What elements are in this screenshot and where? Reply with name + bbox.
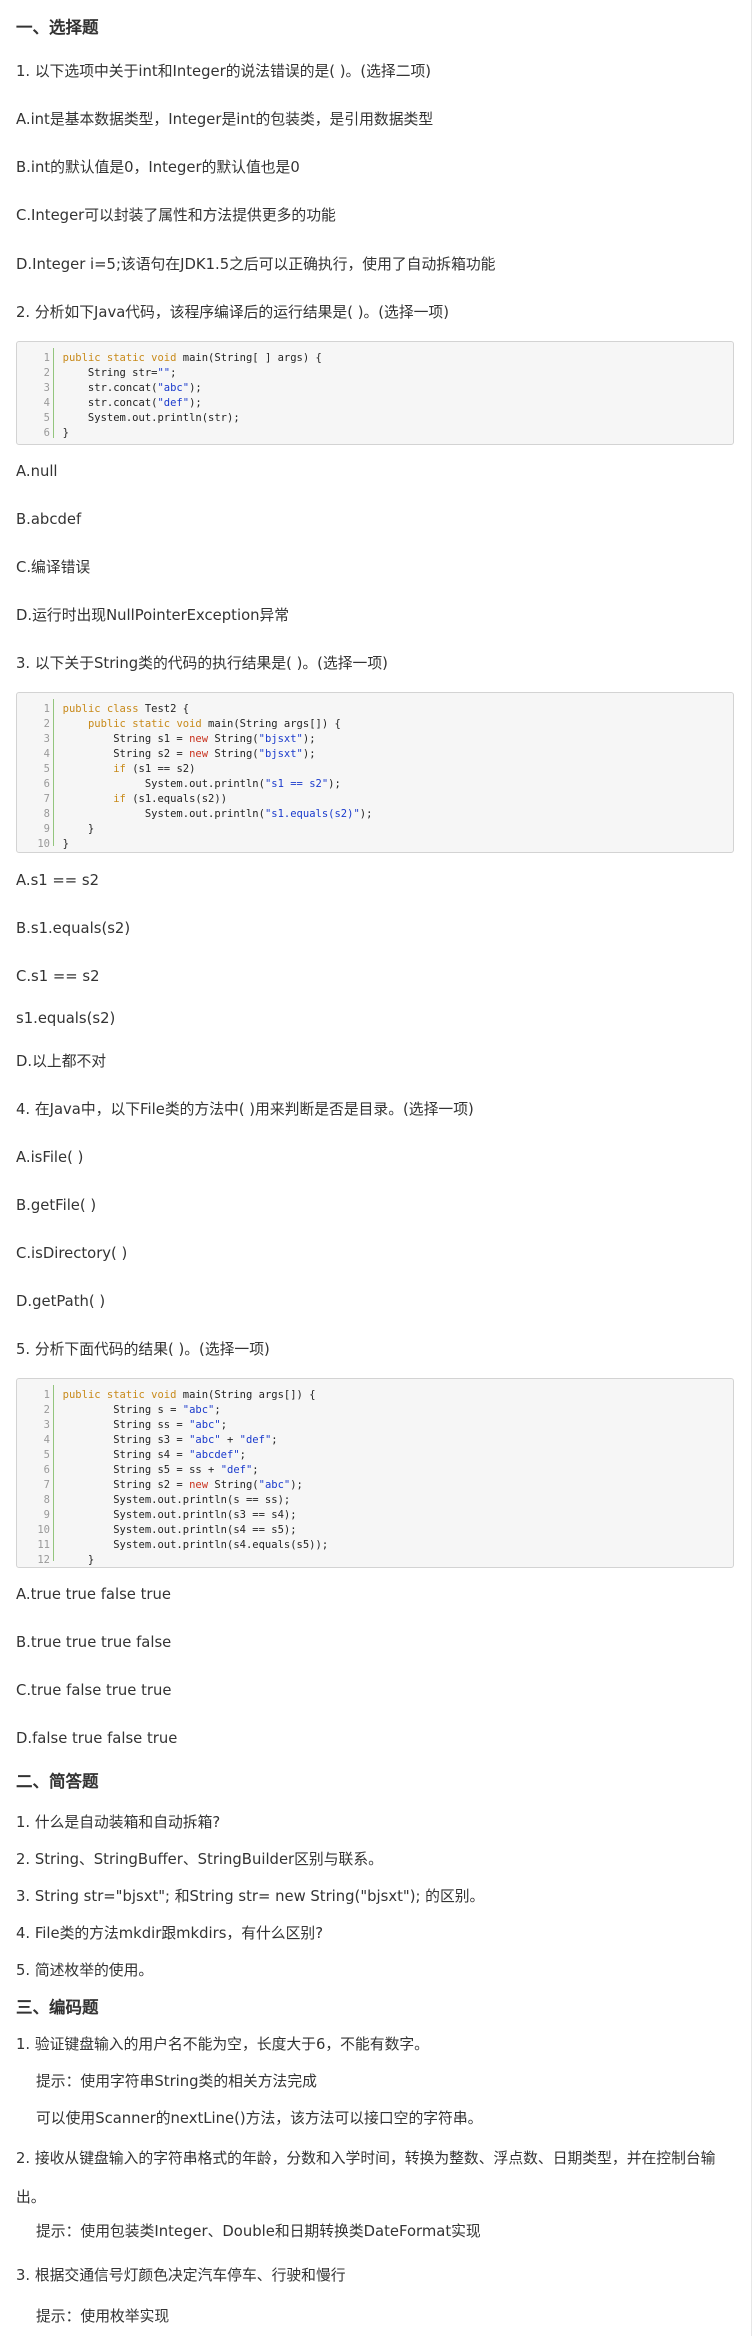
code-line: 11 System.out.println(s4.equals(s5)); xyxy=(37,1539,329,1551)
q4-option-b: B.getFile( ) xyxy=(16,1197,97,1214)
coding-hint: 提示：使用包装类Integer、Double和日期转换类DateFormat实现 xyxy=(36,2223,481,2240)
q4-option-a: A.isFile( ) xyxy=(16,1149,84,1166)
q5-option-b: B.true true true false xyxy=(16,1634,172,1651)
code-line: 1 public static void main(String args[])… xyxy=(43,1389,316,1401)
q3-option-d: D.以上都不对 xyxy=(16,1053,107,1070)
code-line: 3 str.concat("abc"); xyxy=(43,382,202,394)
section-heading: 一、选择题 xyxy=(16,18,99,37)
question-4: 4. 在Java中，以下File类的方法中( )用来判断是否是目录。(选择一项) xyxy=(16,1101,474,1118)
q1-option-b: B.int的默认值是0，Integer的默认值也是0 xyxy=(16,159,300,176)
code-line: 5 if (s1 == s2) xyxy=(43,763,196,775)
code-line: 10 System.out.println(s4 == s5); xyxy=(37,1524,297,1536)
code-line: 3 String ss = "abc"; xyxy=(43,1419,228,1431)
section-heading: 三、编码题 xyxy=(16,1998,99,2017)
code-line: 1 public static void main(String[ ] args… xyxy=(43,352,322,364)
code-line: 4 String s3 = "abc" + "def"; xyxy=(43,1434,278,1446)
code-line: 7 String s2 = new String("abc"); xyxy=(43,1479,303,1491)
q1-option-c: C.Integer可以封装了属性和方法提供更多的功能 xyxy=(16,207,336,224)
code-line: 2 public static void main(String args[])… xyxy=(43,718,341,730)
short-answer-item: 5. 简述枚举的使用。 xyxy=(16,1962,154,1979)
code-block-q2: 1 public static void main(String[ ] args… xyxy=(16,341,734,445)
code-line: 2 String s = "abc"; xyxy=(43,1404,221,1416)
q1-option-d: D.Integer i=5;该语句在JDK1.5之后可以正确执行，使用了自动拆箱… xyxy=(16,256,496,273)
code-line: 8 System.out.println("s1.equals(s2)"); xyxy=(43,808,373,820)
code-line: 6 } xyxy=(43,427,69,439)
short-answer-item: 4. File类的方法mkdir跟mkdirs，有什么区别? xyxy=(16,1925,324,1942)
short-answer-item: 1. 什么是自动装箱和自动拆箱? xyxy=(16,1814,221,1831)
q3-option-a: A.s1 == s2 xyxy=(16,872,100,889)
code-line: 9 System.out.println(s3 == s4); xyxy=(43,1509,297,1521)
q3-option-b: B.s1.equals(s2) xyxy=(16,920,131,937)
question-3: 3. 以下关于String类的代码的执行结果是( )。(选择一项) xyxy=(16,655,388,672)
question-2: 2. 分析如下Java代码，该程序编译后的运行结果是( )。(选择一项) xyxy=(16,304,449,321)
code-line: 3 String s1 = new String("bjsxt"); xyxy=(43,733,316,745)
section-heading: 二、简答题 xyxy=(16,1772,99,1791)
code-line: 6 String s5 = ss + "def"; xyxy=(43,1464,259,1476)
q3-option-c: C.s1 == s2 xyxy=(16,968,100,985)
coding-hint: 可以使用Scanner的nextLine()方法，该方法可以接口空的字符串。 xyxy=(36,2110,483,2127)
q5-option-d: D.false true false true xyxy=(16,1730,178,1747)
short-answer-item: 3. String str="bjsxt"; 和String str= new … xyxy=(16,1888,485,1905)
coding-hint: 提示：使用枚举实现 xyxy=(36,2308,170,2325)
code-line: 1 public class Test2 { xyxy=(43,703,190,715)
q2-option-b: B.abcdef xyxy=(16,511,82,528)
code-block-q5: 1 public static void main(String args[])… xyxy=(16,1378,734,1568)
code-line: 5 System.out.println(str); xyxy=(43,412,240,424)
code-line: 4 str.concat("def"); xyxy=(43,397,202,409)
coding-hint: 提示：使用字符串String类的相关方法完成 xyxy=(36,2073,317,2090)
question-5: 5. 分析下面代码的结果( )。(选择一项) xyxy=(16,1341,270,1358)
q4-option-c: C.isDirectory( ) xyxy=(16,1245,128,1262)
q4-option-d: D.getPath( ) xyxy=(16,1293,106,1310)
coding-task: 1. 验证键盘输入的用户名不能为空，长度大于6，不能有数字。 xyxy=(16,2036,429,2053)
q2-option-a: A.null xyxy=(16,463,58,480)
short-answer-item: 2. String、StringBuffer、StringBuilder区别与联… xyxy=(16,1851,383,1868)
code-line: 12 } xyxy=(37,1554,95,1566)
code-line: 5 String s4 = "abcdef"; xyxy=(43,1449,246,1461)
code-line: 7 if (s1.equals(s2)) xyxy=(43,793,228,805)
q2-option-d: D.运行时出现NullPointerException异常 xyxy=(16,607,290,624)
q1-option-a: A.int是基本数据类型，Integer是int的包装类，是引用数据类型 xyxy=(16,111,434,128)
code-line: 10 } xyxy=(37,838,69,850)
code-line: 2 String str=""; xyxy=(43,367,177,379)
q5-option-c: C.true false true true xyxy=(16,1682,172,1699)
code-line: 4 String s2 = new String("bjsxt"); xyxy=(43,748,316,760)
coding-task: 2. 接收从键盘输入的字符串格式的年龄，分数和入学时间，转换为整数、浮点数、日期… xyxy=(16,2150,716,2206)
q3-option-c-line2: s1.equals(s2) xyxy=(16,1010,116,1027)
coding-task: 3. 根据交通信号灯颜色决定汽车停车、行驶和慢行 xyxy=(16,2267,346,2284)
document-page: 一、选择题 1. 以下选项中关于int和Integer的说法错误的是( )。(选… xyxy=(0,0,752,2336)
q5-option-a: A.true true false true xyxy=(16,1586,171,1603)
question-1: 1. 以下选项中关于int和Integer的说法错误的是( )。(选择二项) xyxy=(16,63,432,80)
code-block-q3: 1 public class Test2 { 2 public static v… xyxy=(16,692,734,853)
q2-option-c: C.编译错误 xyxy=(16,559,91,576)
code-line: 9 } xyxy=(43,823,95,835)
code-line: 8 System.out.println(s == ss); xyxy=(43,1494,291,1506)
code-line: 6 System.out.println("s1 == s2"); xyxy=(43,778,341,790)
